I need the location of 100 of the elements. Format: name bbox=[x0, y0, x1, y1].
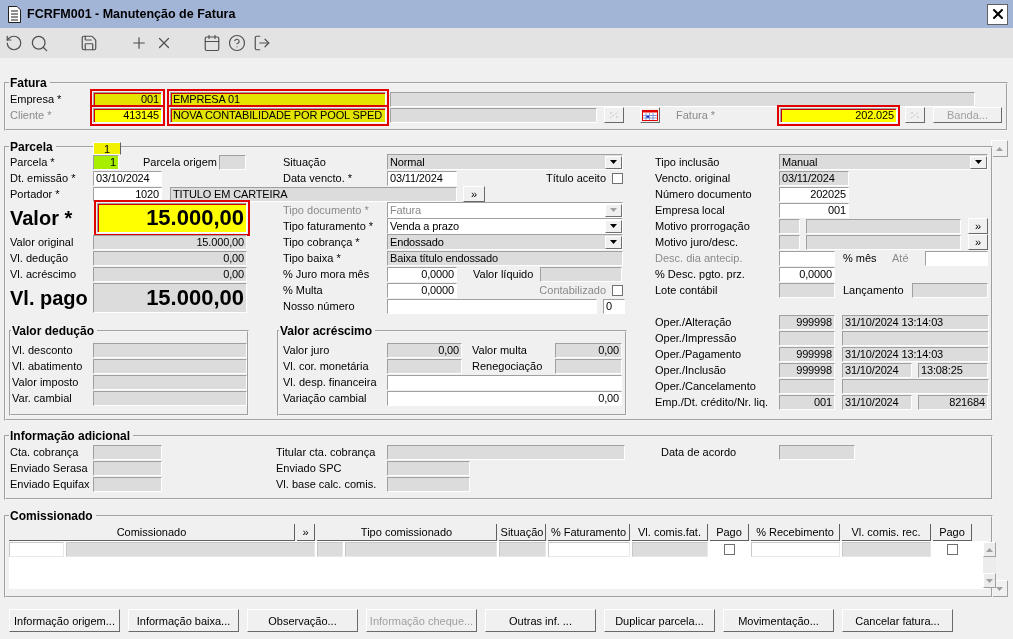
text-field[interactable] bbox=[93, 374, 247, 390]
text-field[interactable]: NOVA CONTABILIDADE POR POOL SPED bbox=[170, 107, 386, 123]
text-field[interactable]: 31/10/2024 bbox=[842, 394, 912, 410]
text-field[interactable]: 0,00 bbox=[93, 266, 247, 282]
text-field[interactable]: 001 bbox=[779, 394, 835, 410]
column-header[interactable]: Pago bbox=[933, 524, 972, 541]
scroll-up-icon[interactable] bbox=[986, 547, 993, 552]
text-field[interactable]: 202025 bbox=[779, 186, 849, 202]
text-field[interactable]: 821684 bbox=[918, 394, 988, 410]
text-field[interactable]: 999998 bbox=[779, 346, 835, 362]
scroll-up-icon[interactable] bbox=[996, 146, 1003, 151]
text-field[interactable]: 31/10/2024 bbox=[842, 362, 912, 378]
text-field[interactable]: 0,00 bbox=[387, 342, 462, 358]
text-field[interactable] bbox=[779, 250, 835, 266]
table-cell[interactable] bbox=[548, 541, 630, 557]
button[interactable]: Movimentação... bbox=[723, 609, 834, 632]
text-field[interactable] bbox=[219, 154, 246, 170]
button[interactable]: » bbox=[968, 234, 988, 250]
button[interactable]: » bbox=[968, 218, 988, 234]
text-field[interactable] bbox=[806, 234, 961, 250]
column-header[interactable]: Pago bbox=[710, 524, 749, 541]
text-field[interactable]: 0,00 bbox=[555, 342, 622, 358]
column-header[interactable]: Tipo comissionado bbox=[317, 524, 497, 541]
text-field[interactable] bbox=[390, 91, 975, 107]
text-field[interactable] bbox=[390, 107, 597, 123]
text-field[interactable] bbox=[387, 298, 597, 314]
text-field[interactable] bbox=[842, 330, 989, 346]
calendar-button[interactable] bbox=[640, 107, 660, 123]
text-field[interactable]: 999998 bbox=[779, 362, 835, 378]
text-field[interactable]: 202.025 bbox=[780, 107, 897, 123]
text-field[interactable]: 03/11/2024 bbox=[387, 170, 457, 186]
column-header[interactable]: Situação bbox=[499, 524, 546, 541]
text-field[interactable] bbox=[806, 218, 961, 234]
text-field[interactable]: 03/11/2024 bbox=[779, 170, 849, 186]
calendar-icon[interactable] bbox=[203, 34, 221, 52]
add-icon[interactable] bbox=[130, 34, 148, 52]
text-field[interactable]: 999998 bbox=[779, 314, 835, 330]
column-header[interactable]: Comissionado bbox=[9, 524, 295, 541]
table-cell[interactable] bbox=[317, 541, 343, 557]
text-field[interactable] bbox=[387, 444, 625, 460]
button[interactable]: Informação origem... bbox=[9, 609, 120, 632]
text-field[interactable]: 0,0000 bbox=[779, 266, 835, 282]
checkbox[interactable] bbox=[612, 172, 623, 184]
text-field[interactable] bbox=[555, 358, 622, 374]
text-field[interactable] bbox=[93, 476, 162, 492]
text-field[interactable]: 15.000,00 bbox=[93, 283, 247, 313]
close-button[interactable] bbox=[987, 3, 1008, 25]
button[interactable]: Observação... bbox=[247, 609, 358, 632]
column-header[interactable]: Vl. comis.fat. bbox=[632, 524, 708, 541]
table-cell[interactable] bbox=[499, 541, 546, 557]
text-field[interactable]: 13:08:25 bbox=[918, 362, 988, 378]
text-field[interactable] bbox=[387, 460, 470, 476]
text-field[interactable] bbox=[779, 218, 800, 234]
text-field[interactable]: 0,0000 bbox=[387, 266, 457, 282]
checkbox[interactable] bbox=[947, 543, 958, 555]
text-field[interactable] bbox=[779, 234, 800, 250]
column-header[interactable]: % Recebimento bbox=[751, 524, 840, 541]
column-header[interactable]: » bbox=[297, 524, 315, 541]
text-field[interactable] bbox=[779, 378, 835, 394]
text-field[interactable] bbox=[779, 330, 835, 346]
undo-icon[interactable] bbox=[5, 34, 23, 52]
table-cell[interactable] bbox=[345, 541, 497, 557]
button[interactable]: Outras inf. ... bbox=[485, 609, 596, 632]
button[interactable]: Duplicar parcela... bbox=[604, 609, 715, 632]
dropdown[interactable]: Venda a prazo bbox=[387, 218, 623, 234]
button[interactable]: Cancelar fatura... bbox=[842, 609, 953, 632]
exit-icon[interactable] bbox=[253, 34, 271, 52]
text-field[interactable] bbox=[93, 342, 247, 358]
text-field[interactable] bbox=[387, 476, 470, 492]
text-field[interactable]: 0,00 bbox=[93, 250, 247, 266]
table-cell[interactable] bbox=[9, 541, 64, 557]
help-icon[interactable] bbox=[228, 34, 246, 52]
text-field[interactable] bbox=[925, 250, 988, 266]
checkbox[interactable] bbox=[724, 543, 735, 555]
text-field[interactable] bbox=[779, 282, 835, 298]
text-field[interactable] bbox=[387, 358, 462, 374]
text-field[interactable] bbox=[93, 460, 162, 476]
text-field[interactable]: 413145 bbox=[93, 107, 162, 123]
table-cell[interactable] bbox=[632, 541, 708, 557]
text-field[interactable]: Baixa título endossado bbox=[387, 250, 623, 266]
text-field[interactable]: TITULO EM CARTEIRA bbox=[170, 186, 457, 202]
button[interactable]: Informação baixa... bbox=[128, 609, 239, 632]
table-cell[interactable] bbox=[842, 541, 931, 557]
text-field[interactable] bbox=[842, 378, 989, 394]
tab[interactable]: 1 bbox=[93, 142, 121, 155]
text-field[interactable] bbox=[912, 282, 988, 298]
scrollbar[interactable] bbox=[983, 542, 996, 588]
text-field[interactable]: 15.000,00 bbox=[97, 203, 247, 233]
text-field[interactable]: 001 bbox=[779, 202, 849, 218]
dropdown[interactable]: Endossado bbox=[387, 234, 623, 250]
text-field[interactable]: 31/10/2024 13:14:03 bbox=[842, 314, 989, 330]
save-icon[interactable] bbox=[80, 34, 98, 52]
table-cell[interactable] bbox=[66, 541, 315, 557]
text-field[interactable] bbox=[540, 266, 622, 282]
dropdown[interactable]: Manual bbox=[779, 154, 988, 170]
checkbox[interactable] bbox=[612, 284, 623, 296]
text-field[interactable] bbox=[387, 374, 622, 390]
search-icon[interactable] bbox=[30, 33, 49, 53]
dropdown[interactable]: Normal bbox=[387, 154, 623, 170]
text-field[interactable] bbox=[93, 444, 162, 460]
